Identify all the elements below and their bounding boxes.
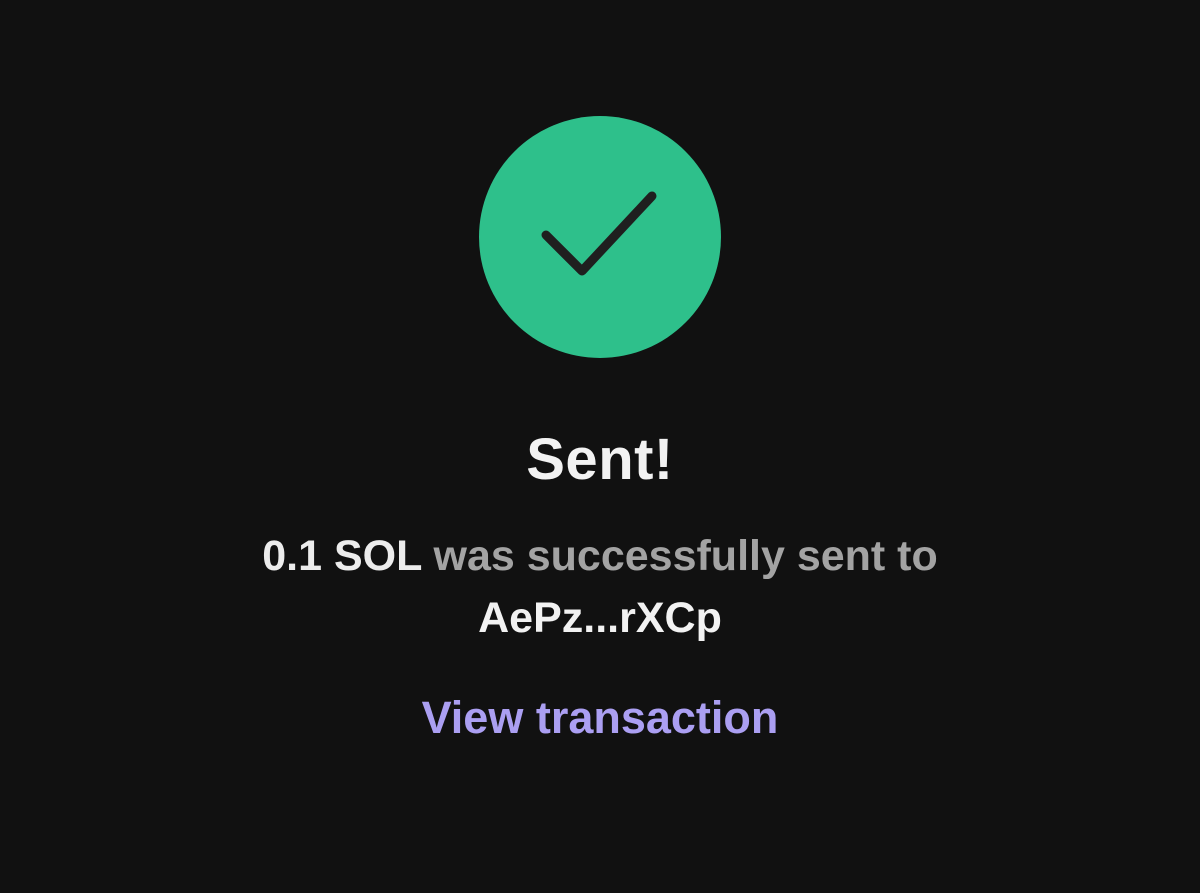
success-message: 0.1 SOL was successfully sent to AePz...… xyxy=(150,525,1050,649)
sent-amount: 0.1 SOL xyxy=(262,532,422,580)
success-badge xyxy=(479,116,721,358)
view-transaction-link[interactable]: View transaction xyxy=(0,686,1200,750)
transaction-sent-screen: Sent! 0.1 SOL was successfully sent to A… xyxy=(0,0,1200,893)
checkmark-icon xyxy=(541,191,657,276)
page-title: Sent! xyxy=(526,427,674,492)
message-text: was successfully sent to xyxy=(421,532,938,580)
recipient-address: AePz...rXCp xyxy=(478,594,722,642)
